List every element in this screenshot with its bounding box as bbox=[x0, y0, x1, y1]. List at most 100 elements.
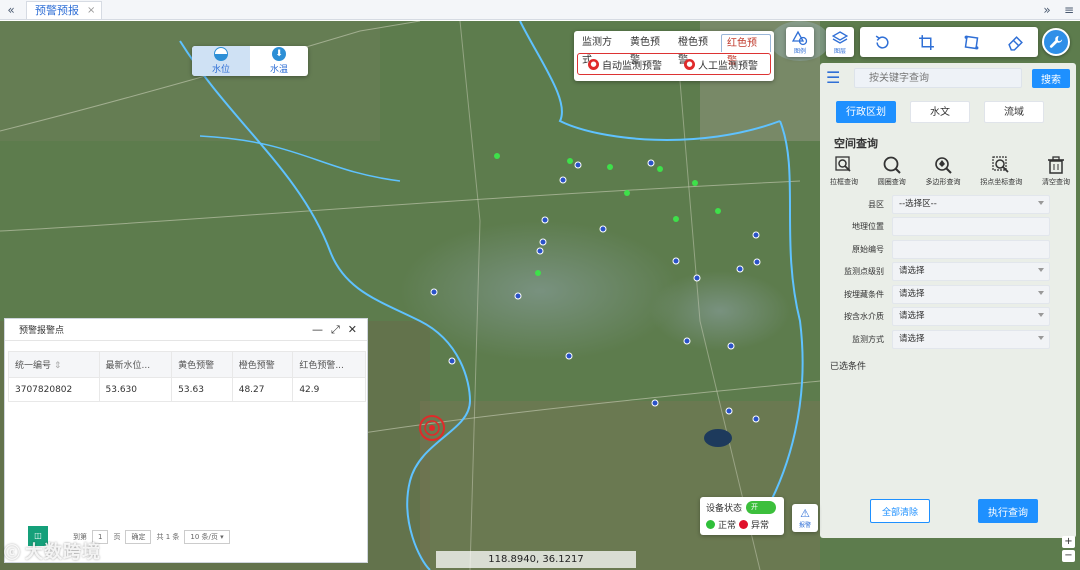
monitor-point-blue[interactable] bbox=[752, 231, 760, 239]
original-id-input[interactable] bbox=[892, 239, 1050, 259]
collapse-menu-icon[interactable]: ☰ bbox=[826, 70, 848, 86]
monitor-point-blue[interactable] bbox=[727, 342, 735, 350]
double-chevron-right-icon[interactable]: » bbox=[1036, 3, 1058, 17]
monitor-point-blue[interactable] bbox=[651, 399, 659, 407]
monitor-point-green[interactable] bbox=[715, 208, 721, 214]
column-header[interactable]: 黄色预警 bbox=[171, 351, 233, 378]
tab-yellow-warning[interactable]: 黄色预警 bbox=[625, 34, 673, 66]
monitor-point-green[interactable] bbox=[692, 180, 698, 186]
alarm-button[interactable]: ⚠ 报警 bbox=[792, 504, 818, 532]
column-header[interactable]: 红色预警... bbox=[292, 351, 366, 378]
monitor-point-blue[interactable] bbox=[448, 357, 456, 365]
clear-query-button[interactable]: 清空查询 bbox=[1042, 155, 1070, 187]
tab-monitor-mode[interactable]: 监测方式 bbox=[577, 34, 625, 66]
monitor-point-green[interactable] bbox=[673, 216, 679, 222]
monitor-point-green[interactable] bbox=[567, 158, 573, 164]
monitor-point-blue[interactable] bbox=[574, 161, 582, 169]
tab-hydrology[interactable]: 水文 bbox=[910, 101, 970, 123]
total-count: 共 1 条 bbox=[156, 533, 180, 541]
minimize-icon[interactable]: — bbox=[312, 323, 323, 337]
monitor-point-green[interactable] bbox=[624, 190, 630, 196]
close-icon[interactable]: ✕ bbox=[348, 323, 357, 337]
monitor-point-blue[interactable] bbox=[599, 225, 607, 233]
device-status-panel: 设备状态 开 正常 异常 bbox=[700, 497, 784, 535]
hamburger-icon[interactable]: ≡ bbox=[1058, 3, 1080, 17]
measure-area-button[interactable] bbox=[909, 34, 945, 51]
location-input[interactable] bbox=[892, 217, 1050, 237]
water-level-icon bbox=[214, 47, 228, 61]
monitor-point-blue[interactable] bbox=[565, 352, 573, 360]
monitor-point-blue[interactable] bbox=[753, 258, 761, 266]
zoom-out-button[interactable]: − bbox=[1062, 550, 1075, 562]
field-label: 县区 bbox=[868, 199, 884, 209]
aquifer-select[interactable]: 请选择 bbox=[892, 307, 1050, 327]
column-header[interactable]: 橙色预警 bbox=[231, 351, 294, 378]
monitor-point-blue[interactable] bbox=[693, 274, 701, 282]
burial-select[interactable]: 请选择 bbox=[892, 284, 1050, 304]
zoom-in-button[interactable]: + bbox=[1062, 536, 1075, 548]
dropdown-arrow-icon bbox=[1038, 313, 1044, 318]
eraser-button[interactable] bbox=[998, 34, 1034, 51]
auto-monitor-warning[interactable]: ● 自动监测预警 bbox=[588, 57, 662, 72]
watermark: ⓒ 大数跨境 bbox=[4, 538, 101, 564]
monitor-point-blue[interactable] bbox=[672, 257, 680, 265]
monitor-point-blue[interactable] bbox=[736, 265, 744, 273]
table-row[interactable]: 3707820802 53.630 53.63 48.27 42.9 bbox=[8, 377, 366, 402]
monitor-point-blue[interactable] bbox=[539, 238, 547, 246]
alarm-icon: ● bbox=[588, 58, 599, 70]
monitor-point-green[interactable] bbox=[657, 166, 663, 172]
execute-query-button[interactable]: 执行查询 bbox=[978, 499, 1038, 523]
box-query-button[interactable]: 拉框查询 bbox=[830, 155, 858, 187]
select-value: --选择区-- bbox=[899, 198, 937, 209]
device-status-toggle[interactable]: 开 bbox=[746, 501, 777, 514]
layers-label: 图层 bbox=[833, 47, 846, 55]
settings-button[interactable] bbox=[1042, 28, 1070, 56]
tool-label: 圆圈查询 bbox=[877, 178, 906, 186]
monitor-point-green[interactable] bbox=[607, 164, 613, 170]
reset-view-button[interactable] bbox=[864, 34, 900, 51]
clear-all-button[interactable]: 全部清除 bbox=[870, 499, 930, 523]
monitor-point-blue[interactable] bbox=[514, 292, 522, 300]
legend-button[interactable]: 图例 bbox=[786, 27, 814, 57]
monitor-point-blue[interactable] bbox=[541, 216, 549, 224]
column-header[interactable]: 最新水位... bbox=[98, 351, 173, 378]
tab-admin-division[interactable]: 行政区划 bbox=[836, 101, 896, 123]
wrench-icon bbox=[1049, 35, 1063, 48]
layers-button[interactable]: 图层 bbox=[826, 27, 854, 57]
page-size-select[interactable]: 10 条/页 ▾ bbox=[184, 530, 230, 544]
app-root: « 预警预报 × » ≡ 水位 ⬇ 水温 监测方式 黄色预警 橙色预警 红色预警… bbox=[0, 0, 1080, 570]
monitor-point-blue[interactable] bbox=[725, 407, 733, 415]
tab-red-warning[interactable]: 红色预警 bbox=[721, 34, 771, 67]
monitor-point-blue[interactable] bbox=[536, 247, 544, 255]
draw-polygon-button[interactable] bbox=[953, 34, 989, 51]
method-select[interactable]: 请选择 bbox=[892, 329, 1050, 349]
monitor-point-blue[interactable] bbox=[647, 159, 655, 167]
level-select[interactable]: 请选择 bbox=[892, 262, 1050, 282]
coordinate-query-button[interactable]: 拐点坐标查询 bbox=[980, 155, 1022, 187]
circle-query-button[interactable]: 圆圈查询 bbox=[878, 155, 906, 187]
maximize-icon[interactable]: ⤢ bbox=[331, 323, 340, 337]
county-select[interactable]: --选择区-- bbox=[892, 194, 1050, 214]
layer-option-water-temp[interactable]: ⬇ 水温 bbox=[250, 46, 308, 76]
tab-orange-warning[interactable]: 橙色预警 bbox=[673, 34, 721, 66]
tab-close-icon[interactable]: × bbox=[87, 5, 95, 16]
map-toolbar bbox=[860, 27, 1038, 57]
monitor-point-blue[interactable] bbox=[683, 337, 691, 345]
tab-warning-forecast[interactable]: 预警预报 × bbox=[26, 0, 103, 19]
column-header[interactable]: 统一编号 ⇕ bbox=[8, 351, 100, 378]
monitor-point-green[interactable] bbox=[494, 153, 500, 159]
manual-monitor-warning[interactable]: ● 人工监测预警 bbox=[684, 57, 758, 72]
table-cell: 48.27 bbox=[231, 377, 294, 402]
keyword-search-input[interactable] bbox=[854, 68, 1022, 88]
polygon-query-button[interactable]: 多边形查询 bbox=[926, 155, 961, 187]
layer-option-water-level[interactable]: 水位 bbox=[192, 46, 250, 76]
monitor-point-green[interactable] bbox=[535, 270, 541, 276]
sort-icon[interactable]: ⇕ bbox=[54, 361, 62, 371]
double-chevron-left-icon[interactable]: « bbox=[0, 3, 22, 17]
monitor-point-blue[interactable] bbox=[559, 176, 567, 184]
tab-basin[interactable]: 流域 bbox=[984, 101, 1044, 123]
monitor-point-blue[interactable] bbox=[430, 288, 438, 296]
monitor-point-blue[interactable] bbox=[752, 415, 760, 423]
confirm-page-button[interactable]: 确定 bbox=[125, 530, 152, 544]
search-button[interactable]: 搜索 bbox=[1032, 68, 1070, 88]
